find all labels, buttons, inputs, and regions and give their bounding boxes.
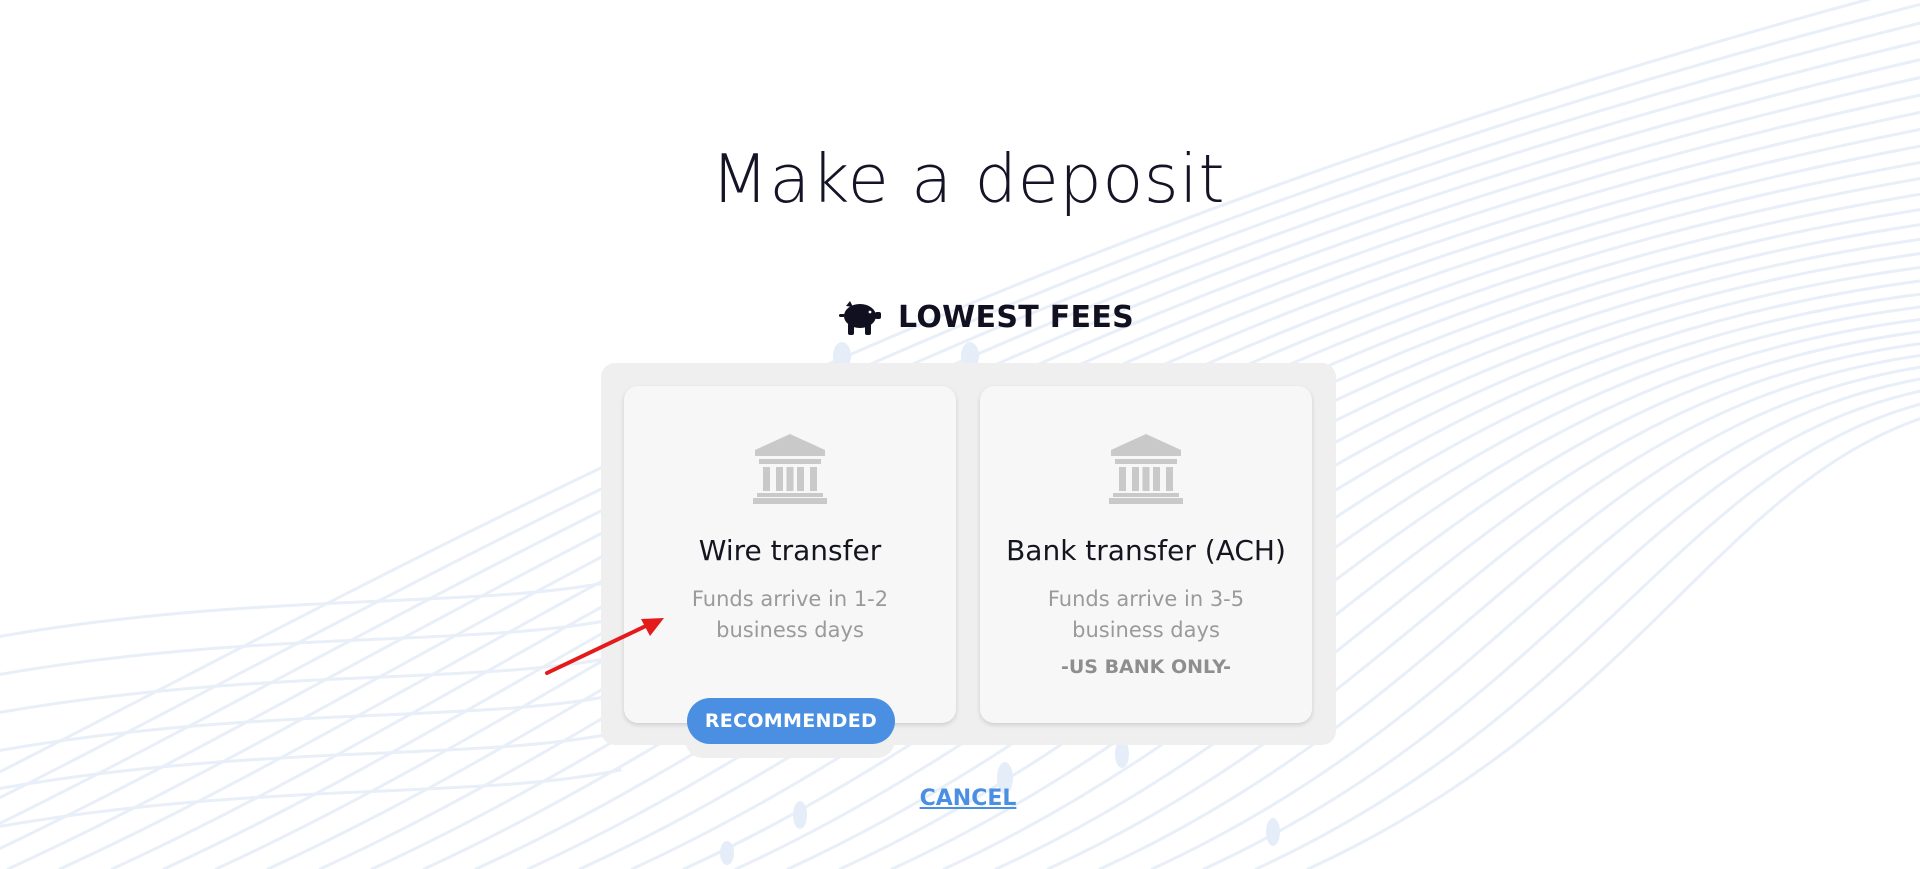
ach-transfer-title: Bank transfer (ACH): [1006, 534, 1286, 567]
deposit-page: Make a deposit LOWEST FEES Wire transfer: [0, 0, 1920, 869]
background-wave-line: [1306, 417, 1920, 869]
wire-transfer-option[interactable]: Wire transfer Funds arrive in 1-2 busine…: [624, 386, 956, 723]
lowest-fees-label: LOWEST FEES: [898, 299, 1135, 335]
us-bank-only-note: -US BANK ONLY-: [1060, 656, 1232, 678]
background-wave-line: [1254, 402, 1920, 869]
bank-icon: [1109, 434, 1183, 504]
background-wave-line: [0, 768, 622, 828]
page-title: Make a deposit: [710, 140, 1226, 218]
bank-icon: [753, 434, 827, 504]
annotation-arrow-icon: [545, 618, 664, 675]
recommended-badge: RECOMMENDED: [687, 698, 895, 744]
ach-transfer-description: Funds arrive in 3-5 business days: [1047, 587, 1245, 642]
wire-transfer-title: Wire transfer: [698, 534, 882, 567]
cancel-link[interactable]: CANCEL: [900, 786, 1036, 811]
wire-transfer-description: Funds arrive in 1-2 business days: [691, 587, 889, 642]
lowest-fees-heading: LOWEST FEES: [838, 292, 1134, 342]
piggy-bank-icon: [839, 301, 881, 335]
ach-transfer-option[interactable]: Bank transfer (ACH) Funds arrive in 3-5 …: [980, 386, 1312, 723]
